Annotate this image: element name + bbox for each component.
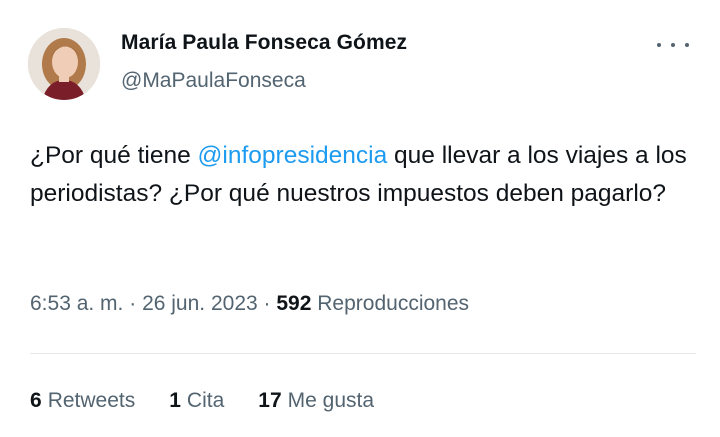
likes-stat[interactable]: 17 Me gusta	[258, 389, 374, 413]
separator: ·	[129, 292, 137, 315]
quotes-count: 1	[169, 389, 181, 412]
mention-link[interactable]: @infopresidencia	[198, 142, 388, 169]
retweets-stat[interactable]: 6 Retweets	[30, 389, 135, 413]
likes-count: 17	[258, 389, 282, 412]
views-count: 592	[276, 292, 312, 315]
views-label: Reproducciones	[317, 292, 470, 315]
separator: ·	[263, 292, 271, 315]
tweet-text: ¿Por qué tiene @infopresidencia que llev…	[30, 137, 700, 213]
tweet-meta: 6:53 a. m. · 26 jun. 2023 · 592 Reproduc…	[30, 292, 469, 316]
tweet-date[interactable]: 26 jun. 2023	[142, 292, 258, 315]
dot	[657, 43, 661, 47]
tweet-time[interactable]: 6:53 a. m.	[30, 292, 123, 315]
profile-photo-icon	[28, 28, 100, 100]
dot	[685, 43, 689, 47]
divider	[30, 353, 696, 354]
user-handle[interactable]: @MaPaulaFonseca	[121, 69, 306, 93]
tweet-text-part: ¿Por qué tiene	[30, 142, 198, 169]
dot	[671, 43, 675, 47]
retweets-label: Retweets	[47, 389, 136, 412]
quotes-label: Cita	[186, 389, 225, 412]
display-name[interactable]: María Paula Fonseca Gómez	[121, 31, 407, 55]
retweets-count: 6	[30, 389, 42, 412]
avatar[interactable]	[28, 28, 100, 100]
likes-label: Me gusta	[287, 389, 375, 412]
engagement-stats: 6 Retweets 1 Cita 17 Me gusta	[30, 389, 374, 413]
more-options-icon[interactable]	[657, 38, 689, 52]
quotes-stat[interactable]: 1 Cita	[169, 389, 224, 413]
